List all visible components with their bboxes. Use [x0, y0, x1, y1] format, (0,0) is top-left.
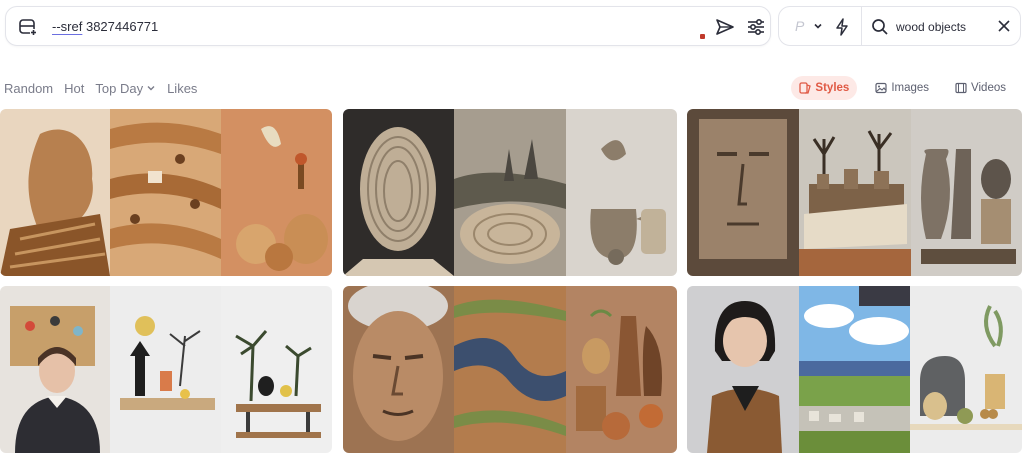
- style-image-wood-waves: [110, 109, 221, 276]
- styles-icon: [799, 82, 812, 94]
- search-icon: [872, 19, 888, 35]
- bolt-icon[interactable]: [833, 17, 851, 37]
- filter-random[interactable]: Random: [4, 80, 53, 96]
- sref-code: 3827446771: [85, 19, 159, 34]
- type-tabs: Styles Images Videos: [791, 76, 1014, 100]
- tab-styles[interactable]: Styles: [791, 76, 858, 100]
- send-icon[interactable]: [714, 17, 736, 37]
- filter-likes[interactable]: Likes: [167, 80, 197, 96]
- style-card[interactable]: [343, 109, 677, 276]
- sref-flag: --sref: [52, 19, 83, 34]
- style-image-tree-village: [799, 109, 911, 276]
- add-prompt-icon[interactable]: [18, 17, 38, 37]
- prompt-text[interactable]: --sref 3827446771: [52, 19, 158, 34]
- sort-filters: Random Hot Top Day Likes: [4, 80, 197, 96]
- tab-videos[interactable]: Videos: [947, 76, 1014, 100]
- style-card[interactable]: [687, 109, 1022, 276]
- style-card[interactable]: [343, 286, 677, 453]
- tab-images-label: Images: [891, 82, 930, 94]
- chevron-down-icon[interactable]: [813, 21, 823, 31]
- style-image-woman-portrait: [0, 286, 110, 453]
- chevron-down-icon: [147, 86, 155, 91]
- style-image-vases-fruit: [566, 286, 677, 453]
- style-image-wood-river: [454, 286, 566, 453]
- style-image-carved-head: [0, 109, 110, 276]
- style-image-old-man-face: [343, 286, 454, 453]
- divider: [861, 7, 862, 45]
- filter-top-day-label: Top Day: [95, 80, 144, 96]
- tab-images[interactable]: Images: [867, 76, 937, 100]
- style-image-wood-pears: [221, 109, 332, 276]
- style-image-wood-mask: [687, 109, 799, 276]
- style-image-teapot-vase: [566, 109, 677, 276]
- sliders-icon[interactable]: [745, 17, 767, 37]
- image-icon: [875, 82, 887, 94]
- style-card[interactable]: [0, 286, 332, 453]
- style-image-olive-still-life: [910, 286, 1022, 453]
- style-image-tree-diorama: [110, 286, 221, 453]
- style-card[interactable]: [687, 286, 1022, 453]
- search-input[interactable]: [896, 17, 986, 37]
- filter-top-day[interactable]: Top Day: [95, 80, 156, 96]
- tab-styles-label: Styles: [815, 82, 850, 94]
- style-image-bob-hair-portrait: [687, 286, 799, 453]
- close-icon[interactable]: [997, 19, 1011, 33]
- tab-videos-label: Videos: [971, 82, 1006, 94]
- style-image-contour-face: [343, 109, 454, 276]
- style-image-sky-landscape: [799, 286, 910, 453]
- video-icon: [955, 82, 967, 94]
- style-image-palm-table: [221, 286, 332, 453]
- search-bar: P: [778, 6, 1021, 46]
- personalization-selector[interactable]: P: [795, 18, 804, 34]
- style-image-sculpted-landscape: [454, 109, 566, 276]
- prompt-bar[interactable]: --sref 3827446771: [5, 6, 771, 46]
- style-image-wood-vessels: [911, 109, 1022, 276]
- filter-hot[interactable]: Hot: [64, 80, 84, 96]
- status-dot: [700, 34, 705, 39]
- style-card[interactable]: [0, 109, 332, 276]
